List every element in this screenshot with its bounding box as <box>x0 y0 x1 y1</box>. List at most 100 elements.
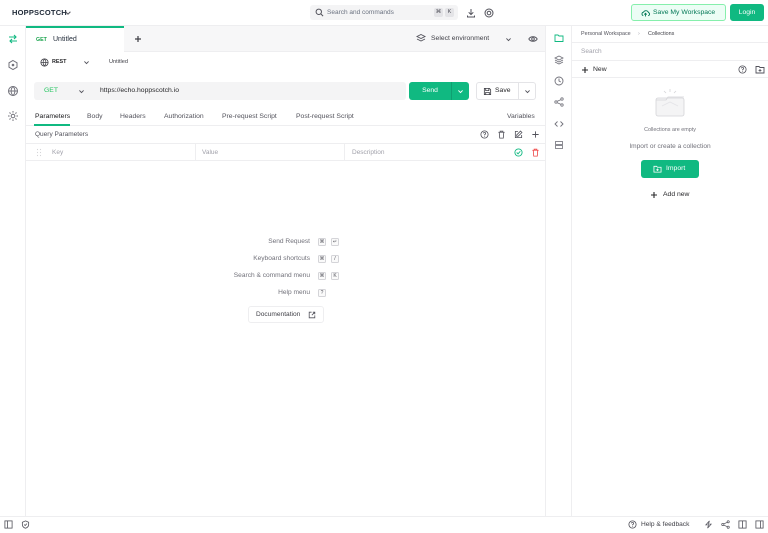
add-tab-icon[interactable] <box>134 35 142 43</box>
support-icon[interactable] <box>484 8 494 18</box>
method-selector[interactable]: GET <box>44 87 58 94</box>
help-circle-icon[interactable] <box>480 130 489 139</box>
cloud-upload-icon <box>641 9 650 17</box>
param-value-input[interactable]: Value <box>202 149 218 156</box>
eye-icon[interactable] <box>528 35 538 43</box>
shortcut-label: Search & command menu <box>233 272 310 279</box>
send-button[interactable]: Send <box>409 82 469 100</box>
realtime-globe-icon[interactable] <box>7 85 19 97</box>
collections-search-input[interactable]: Search <box>581 48 602 55</box>
login-button[interactable]: Login <box>730 4 764 21</box>
save-disk-icon <box>483 87 492 96</box>
help-circle-icon[interactable] <box>738 65 747 74</box>
request-name[interactable]: Untitled <box>109 59 128 65</box>
tab-post-request-script[interactable]: Post-request Script <box>296 113 354 120</box>
send-label: Send <box>422 87 438 94</box>
shortcut-key: ? <box>318 289 326 297</box>
rest-api-icon[interactable] <box>7 33 19 45</box>
environments-layers-icon[interactable] <box>554 55 564 65</box>
documentation-button[interactable]: Documentation <box>248 306 324 323</box>
sidebar-right-icon[interactable] <box>755 520 764 529</box>
chevron-down-icon[interactable] <box>83 59 90 66</box>
share-icon[interactable] <box>721 520 730 529</box>
split-layout-icon[interactable] <box>738 520 747 529</box>
shortcut-key: / <box>331 255 339 263</box>
search-placeholder: Search and commands <box>327 9 394 16</box>
chevron-down-icon[interactable] <box>64 9 72 17</box>
lightning-icon[interactable] <box>704 520 713 529</box>
collections-folder-icon[interactable] <box>554 33 564 43</box>
tab-variables[interactable]: Variables <box>507 113 535 120</box>
save-my-workspace-label: Save My Workspace <box>653 9 716 16</box>
param-description-input[interactable]: Description <box>352 149 385 156</box>
tab-authorization[interactable]: Authorization <box>164 113 204 120</box>
divider <box>572 77 768 78</box>
url-input[interactable]: https://echo.hoppscotch.io <box>100 87 179 94</box>
left-navigation-rail <box>0 26 26 516</box>
new-collection-button[interactable]: New <box>593 66 607 73</box>
parameter-row <box>26 144 546 161</box>
sidebar-toggle-icon[interactable] <box>4 520 13 529</box>
kbd-cmd: ⌘ <box>434 8 443 17</box>
app-brand[interactable]: HOPPSCOTCH <box>12 8 67 17</box>
save-label: Save <box>495 87 511 94</box>
plus-icon <box>650 191 658 199</box>
import-folder-icon[interactable] <box>755 65 765 74</box>
tab-headers[interactable]: Headers <box>120 113 146 120</box>
column-divider <box>195 144 196 161</box>
download-icon[interactable] <box>466 8 476 18</box>
edit-icon[interactable] <box>514 130 523 139</box>
search-commands-button[interactable]: Search and commands ⌘ K <box>310 5 458 20</box>
tab-method-badge: GET <box>36 37 47 43</box>
chevron-down-icon[interactable] <box>505 36 512 43</box>
import-button[interactable]: Import <box>641 160 699 178</box>
environment-selector[interactable]: Select environment <box>431 35 489 42</box>
code-icon[interactable] <box>554 119 564 129</box>
shield-check-icon[interactable] <box>21 520 30 529</box>
documentation-label: Documentation <box>256 311 301 318</box>
server-icon[interactable] <box>554 140 564 150</box>
plus-icon[interactable] <box>581 66 589 74</box>
save-my-workspace-button[interactable]: Save My Workspace <box>631 4 726 21</box>
add-new-label: Add new <box>663 191 690 198</box>
history-clock-icon[interactable] <box>554 76 564 86</box>
shortcut-label: Send Request <box>268 238 310 245</box>
trash-icon[interactable] <box>531 148 540 157</box>
param-key-input[interactable]: Key <box>52 149 63 156</box>
shortcut-key: ⌘ <box>318 272 326 280</box>
breadcrumb-separator: › <box>638 31 640 37</box>
breadcrumb-workspace[interactable]: Personal Workspace <box>581 31 631 37</box>
tab-parameters[interactable]: Parameters <box>35 113 70 120</box>
environment-layers-icon[interactable] <box>416 33 426 43</box>
breadcrumb-collections: Collections <box>648 31 675 37</box>
save-button[interactable]: Save <box>476 82 536 100</box>
chevron-down-icon[interactable] <box>457 88 464 95</box>
url-bar <box>34 82 406 100</box>
search-icon <box>315 8 324 17</box>
active-tab-indicator <box>34 124 70 126</box>
divider <box>572 42 768 43</box>
import-label: Import <box>666 165 686 172</box>
graphql-icon[interactable] <box>7 59 19 71</box>
check-circle-icon[interactable] <box>514 148 523 157</box>
tab-pre-request-script[interactable]: Pre-request Script <box>222 113 277 120</box>
chevron-down-icon[interactable] <box>78 88 85 95</box>
shortcut-key: ⌘ <box>318 238 326 246</box>
share-icon[interactable] <box>554 97 564 107</box>
divider <box>26 125 546 126</box>
add-icon[interactable] <box>531 130 540 139</box>
settings-gear-icon[interactable] <box>7 110 19 122</box>
kbd-k: K <box>445 8 454 17</box>
protocol-selector[interactable]: REST <box>52 59 66 65</box>
drag-handle-icon[interactable] <box>36 148 42 157</box>
globe-icon[interactable] <box>40 58 49 67</box>
trash-icon[interactable] <box>497 130 506 139</box>
request-tab-untitled[interactable]: GET Untitled <box>26 26 124 52</box>
shortcut-label: Help menu <box>278 289 310 296</box>
chevron-down-icon[interactable] <box>524 88 531 95</box>
external-link-icon <box>308 311 316 319</box>
column-divider <box>344 144 345 161</box>
import-folder-icon <box>653 165 662 173</box>
tab-body[interactable]: Body <box>87 113 103 120</box>
import-hint: Import or create a collection <box>629 143 711 150</box>
